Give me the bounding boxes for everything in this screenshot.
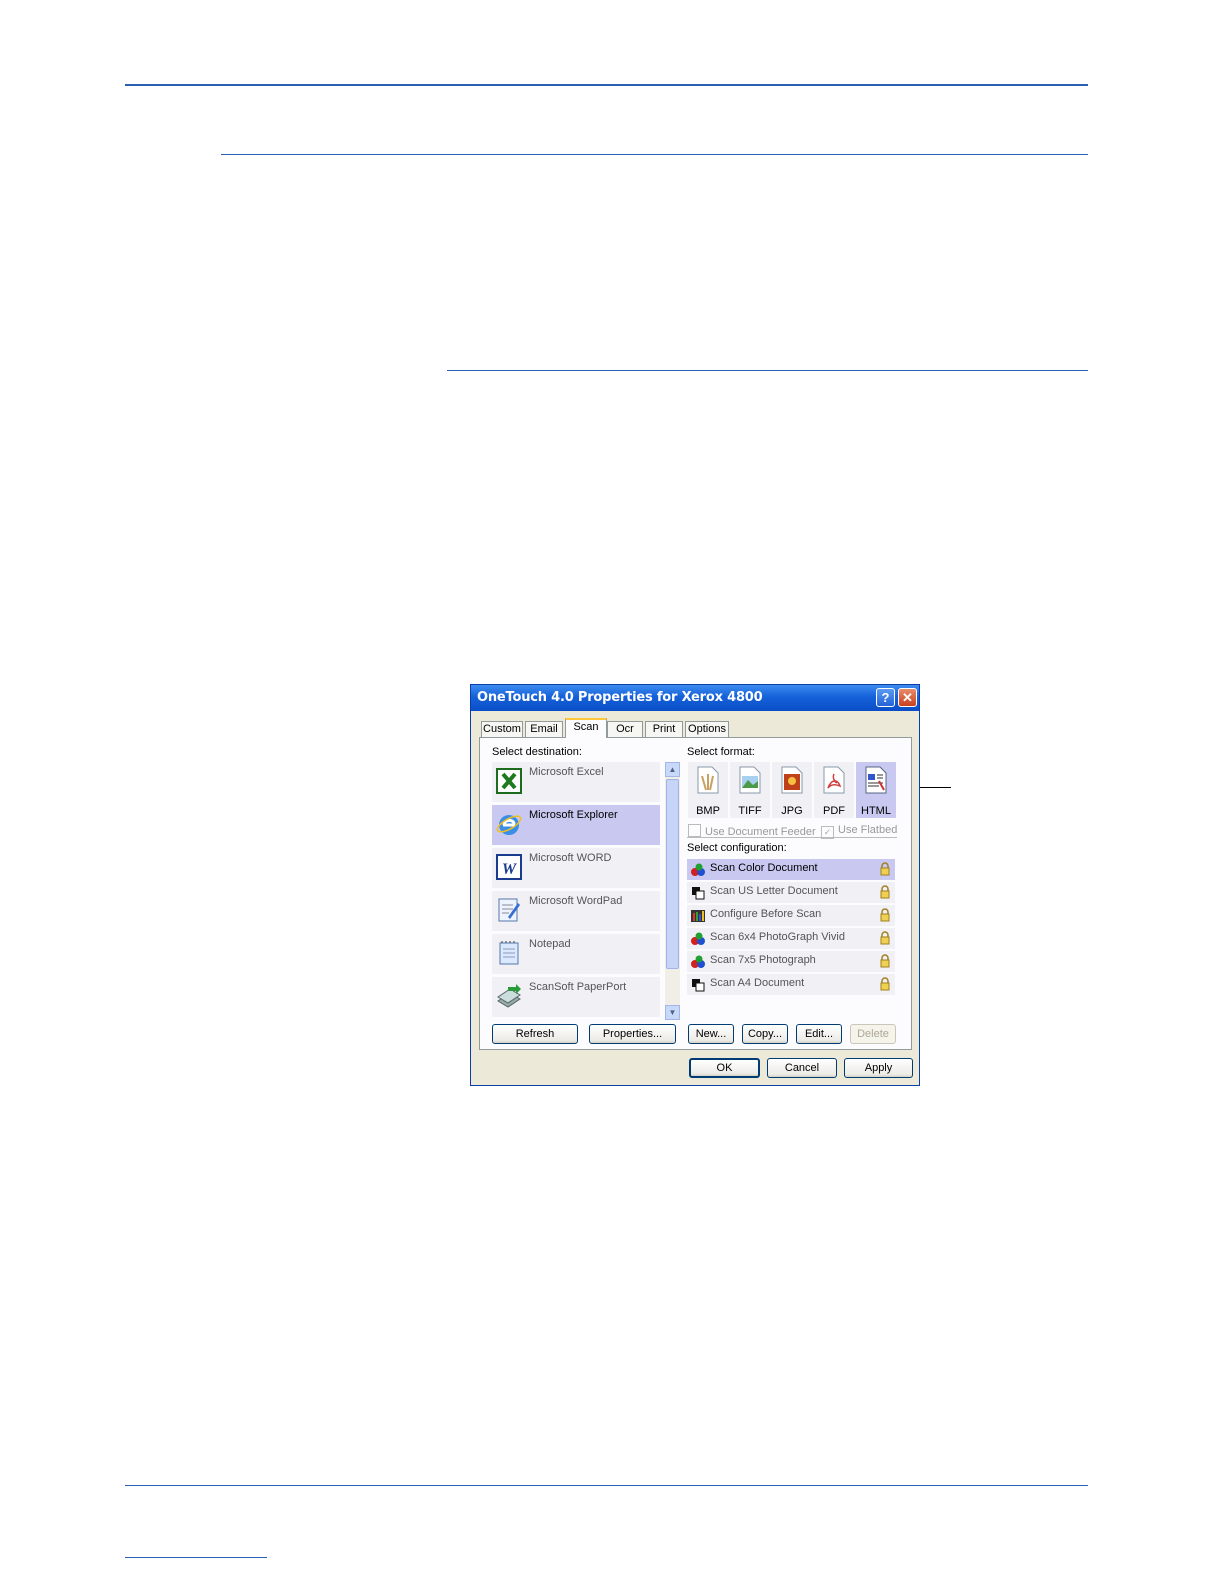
lock-icon [880, 862, 890, 876]
format-bmp[interactable]: BMP [688, 762, 728, 818]
configuration-label: Scan US Letter Document [710, 885, 838, 897]
configuration-label: Scan 6x4 PhotoGraph Vivid [710, 931, 845, 943]
cancel-button[interactable]: Cancel [767, 1058, 837, 1078]
new-button[interactable]: New... [688, 1024, 734, 1044]
configure-icon [691, 910, 705, 922]
destination-label: Microsoft Explorer [529, 809, 618, 821]
properties-button[interactable]: Properties... [589, 1024, 676, 1044]
copy-button[interactable]: Copy... [742, 1024, 788, 1044]
destination-item-excel[interactable]: Microsoft Excel [492, 762, 660, 802]
destination-label: ScanSoft PaperPort [529, 981, 627, 993]
lock-icon [880, 908, 890, 922]
format-label: JPG [781, 805, 803, 817]
configuration-label: Scan 7x5 Photograph [710, 954, 816, 966]
bw-scan-icon [692, 887, 705, 900]
tab-options[interactable]: Options [685, 721, 729, 737]
format-jpg[interactable]: JPG [772, 762, 812, 818]
destination-label: Microsoft WordPad [529, 895, 623, 907]
format-label: TIFF [738, 805, 762, 817]
edit-button[interactable]: Edit... [796, 1024, 842, 1044]
scroll-down-icon[interactable]: ▼ [665, 1005, 680, 1020]
destination-list: Microsoft Excel Microsoft Explorer W Mic… [492, 762, 677, 1020]
format-label: PDF [823, 805, 845, 817]
title-bar[interactable]: OneTouch 4.0 Properties for Xerox 4800 ?… [471, 685, 919, 711]
properties-dialog: OneTouch 4.0 Properties for Xerox 4800 ?… [470, 684, 920, 1086]
html-icon [865, 766, 887, 794]
configuration-label: Scan A4 Document [710, 977, 805, 989]
lock-icon [880, 931, 890, 945]
tab-email[interactable]: Email [525, 721, 563, 737]
scan-tab-panel: Select destination: Microsoft Excel Micr… [479, 737, 912, 1050]
tab-print[interactable]: Print [645, 721, 683, 737]
color-scan-icon [691, 932, 705, 945]
bw-scan-icon [692, 979, 705, 992]
format-html[interactable]: HTML [856, 762, 896, 818]
lock-icon [880, 885, 890, 899]
notepad-icon [499, 941, 519, 965]
footer-short-rule [125, 1557, 267, 1558]
format-label: HTML [861, 805, 891, 817]
configuration-item[interactable]: Configure Before Scan [687, 905, 895, 926]
section-rule [221, 154, 1088, 155]
select-format-label: Select format: [687, 746, 755, 758]
format-pdf[interactable]: PDF [814, 762, 854, 818]
configuration-item[interactable]: Scan A4 Document [687, 974, 895, 995]
destination-label: Notepad [529, 938, 571, 950]
select-configuration-label: Select configuration: [687, 842, 787, 854]
select-destination-label: Select destination: [492, 746, 582, 758]
close-button[interactable]: ✕ [898, 688, 917, 707]
configuration-item[interactable]: Scan US Letter Document [687, 882, 895, 903]
destination-label: Microsoft WORD [529, 852, 612, 864]
excel-icon [496, 768, 522, 794]
configuration-list: Scan Color Document Scan US Letter Docum… [687, 859, 897, 1019]
help-button[interactable]: ? [876, 688, 895, 707]
tab-scan[interactable]: Scan [565, 718, 607, 738]
dialog-title: OneTouch 4.0 Properties for Xerox 4800 [477, 690, 763, 705]
format-separator [687, 837, 897, 838]
destination-item-wordpad[interactable]: Microsoft WordPad [492, 891, 660, 931]
checkbox-box [688, 824, 701, 837]
subsection-rule [447, 370, 1088, 371]
pdf-icon [823, 766, 845, 794]
use-flatbed-label: Use Flatbed [838, 824, 898, 836]
color-scan-icon [691, 863, 705, 876]
lock-icon [880, 977, 890, 991]
lock-icon [880, 954, 890, 968]
configuration-item[interactable]: Scan 6x4 PhotoGraph Vivid [687, 928, 895, 949]
wordpad-icon [498, 898, 520, 922]
configuration-item[interactable]: Scan Color Document [687, 859, 895, 880]
scroll-thumb[interactable] [666, 779, 679, 969]
svg-text:W: W [502, 861, 518, 878]
internet-explorer-icon [496, 815, 522, 835]
paperport-icon [497, 984, 521, 1008]
refresh-button[interactable]: Refresh [492, 1024, 578, 1044]
tiff-icon [739, 766, 761, 794]
destination-scrollbar[interactable]: ▲ ▼ [665, 762, 680, 1020]
word-icon: W [496, 854, 522, 880]
tab-ocr[interactable]: Ocr [607, 721, 643, 737]
configuration-label: Configure Before Scan [710, 908, 822, 920]
format-tiff[interactable]: TIFF [730, 762, 770, 818]
configuration-item[interactable]: Scan 7x5 Photograph [687, 951, 895, 972]
delete-button[interactable]: Delete [850, 1024, 896, 1044]
bmp-icon [697, 766, 719, 794]
tab-custom[interactable]: Custom [481, 721, 523, 737]
top-header-rule [125, 84, 1088, 86]
format-label: BMP [696, 805, 720, 817]
destination-item-paperport[interactable]: ScanSoft PaperPort [492, 977, 660, 1017]
ok-button[interactable]: OK [689, 1058, 760, 1078]
use-document-feeder-checkbox[interactable]: Use Document Feeder [688, 824, 816, 838]
destination-item-explorer[interactable]: Microsoft Explorer [492, 805, 660, 845]
configuration-label: Scan Color Document [710, 862, 818, 874]
jpg-icon [781, 766, 803, 794]
scroll-up-icon[interactable]: ▲ [665, 762, 680, 777]
destination-item-notepad[interactable]: Notepad [492, 934, 660, 974]
apply-button[interactable]: Apply [844, 1058, 913, 1078]
destination-item-word[interactable]: W Microsoft WORD [492, 848, 660, 888]
footer-rule [125, 1485, 1088, 1486]
color-scan-icon [691, 955, 705, 968]
destination-label: Microsoft Excel [529, 766, 604, 778]
